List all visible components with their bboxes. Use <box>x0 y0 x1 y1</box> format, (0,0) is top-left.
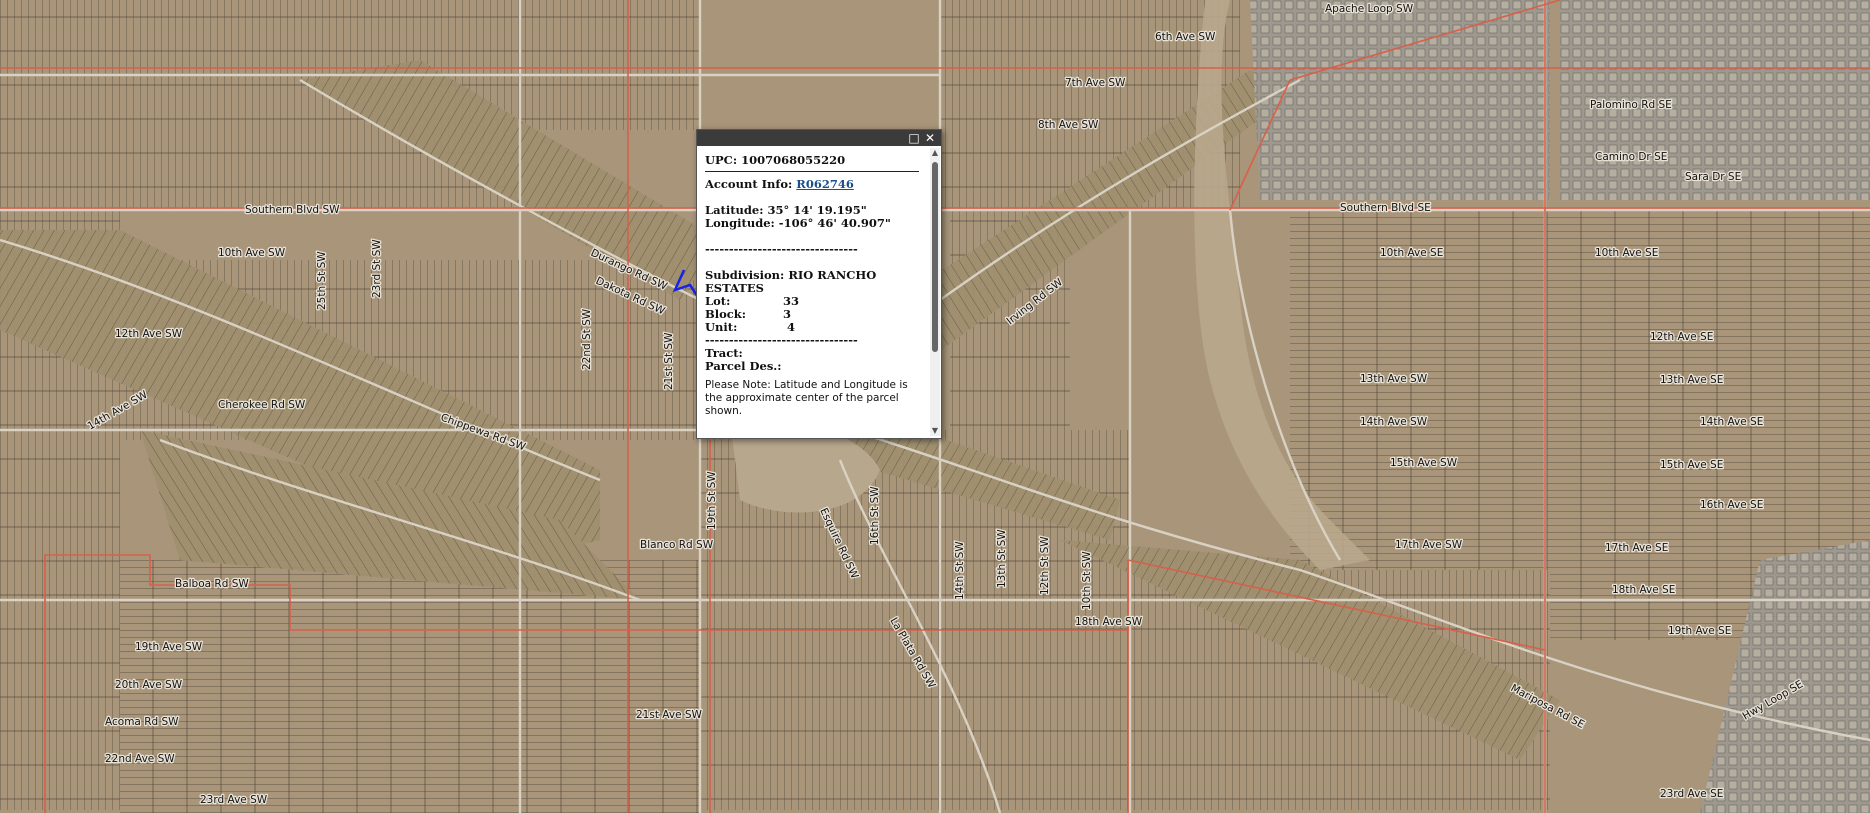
street-label: 12th Ave SE <box>1650 331 1713 343</box>
parcel-des-label: Parcel Des.: <box>705 359 782 373</box>
street-label: 18th Ave SE <box>1612 584 1675 596</box>
street-label: 19th St SW <box>706 471 718 530</box>
street-label: 21st Ave SW <box>636 709 703 721</box>
location-note: Please Note: Latitude and Longitude is t… <box>705 379 908 417</box>
street-label: Palomino Rd SE <box>1590 99 1672 111</box>
street-label: Apache Loop SW <box>1325 3 1414 15</box>
unit-value: 4 <box>787 320 796 334</box>
block-value: 3 <box>783 307 792 321</box>
maximize-icon[interactable]: □ <box>907 131 921 145</box>
popup-titlebar[interactable]: □ ✕ <box>697 130 941 146</box>
street-label: 22nd St SW <box>581 308 593 370</box>
street-label: Cherokee Rd SW <box>218 399 306 411</box>
street-label: 14th St SW <box>954 541 966 600</box>
street-label: 19th Ave SE <box>1668 625 1731 637</box>
upc-text: UPC: 1007068055220 <box>705 154 846 167</box>
block-row: Block: 3 <box>705 308 919 321</box>
account-link[interactable]: R062746 <box>796 177 854 191</box>
street-label: 17th Ave SE <box>1605 542 1668 554</box>
street-label: 23rd Ave SE <box>1660 788 1723 800</box>
street-label: 10th Ave SE <box>1595 247 1658 259</box>
street-label: 12th St SW <box>1039 536 1051 595</box>
street-label: Camino Dr SE <box>1595 151 1667 163</box>
close-icon[interactable]: ✕ <box>923 131 937 145</box>
street-label: Southern Blvd SW <box>245 204 340 216</box>
street-label: Acoma Rd SW <box>105 716 179 728</box>
street-label: 6th Ave SW <box>1155 31 1216 43</box>
popup-scrollbar[interactable]: ▲ ▼ <box>930 148 940 436</box>
street-label: 20th Ave SW <box>115 679 183 691</box>
longitude-text: Longitude: -106° 46' 40.907" <box>705 216 891 230</box>
street-label: 14th Ave SE <box>1700 416 1763 428</box>
subdivision-row: Subdivision: RIO RANCHO ESTATES <box>705 269 919 295</box>
account-label: Account Info: <box>705 177 793 191</box>
street-label: 14th Ave SW <box>1360 416 1428 428</box>
separator-text: -------------------------------- <box>705 242 858 256</box>
street-label: 23rd St SW <box>371 239 383 298</box>
street-label: 23rd Ave SW <box>200 794 268 806</box>
street-label: Sara Dr SE <box>1685 171 1741 183</box>
street-label: 10th St SW <box>1081 551 1093 610</box>
street-label: 13th Ave SW <box>1360 373 1428 385</box>
street-label: Balboa Rd SW <box>175 578 249 590</box>
street-label: 10th Ave SW <box>218 247 286 259</box>
popup-content: UPC: 1007068055220 Account Info: R062746… <box>705 154 919 434</box>
street-label: 19th Ave SW <box>135 641 203 653</box>
street-label: 12th Ave SW <box>115 328 183 340</box>
street-label: 10th Ave SE <box>1380 247 1443 259</box>
street-label: 21st St SW <box>663 332 675 390</box>
street-label: 25th St SW <box>316 251 328 310</box>
subdivision-label: Subdivision: <box>705 268 785 282</box>
parcel-info-popup: □ ✕ UPC: 1007068055220 Account Info: R06… <box>696 129 942 439</box>
scroll-down-icon[interactable]: ▼ <box>930 426 940 436</box>
divider <box>705 171 919 172</box>
street-label: 7th Ave SW <box>1065 77 1126 89</box>
street-label: 13th St SW <box>996 529 1008 588</box>
street-label: Blanco Rd SW <box>640 539 714 551</box>
street-label: 22nd Ave SW <box>105 753 175 765</box>
street-label: 15th Ave SE <box>1660 459 1723 471</box>
account-info-row: Account Info: R062746 <box>705 178 919 191</box>
street-label: 13th Ave SE <box>1660 374 1723 386</box>
street-label: 15th Ave SW <box>1390 457 1458 469</box>
lot-value: 33 <box>783 294 800 308</box>
street-label: Southern Blvd SE <box>1340 202 1431 214</box>
scrollbar-thumb[interactable] <box>932 162 938 352</box>
street-label: 18th Ave SW <box>1075 616 1143 628</box>
street-label: 16th Ave SE <box>1700 499 1763 511</box>
street-label: 8th Ave SW <box>1038 119 1099 131</box>
street-label: 16th St SW <box>869 486 881 545</box>
scroll-up-icon[interactable]: ▲ <box>930 148 940 158</box>
street-label: 17th Ave SW <box>1395 539 1463 551</box>
